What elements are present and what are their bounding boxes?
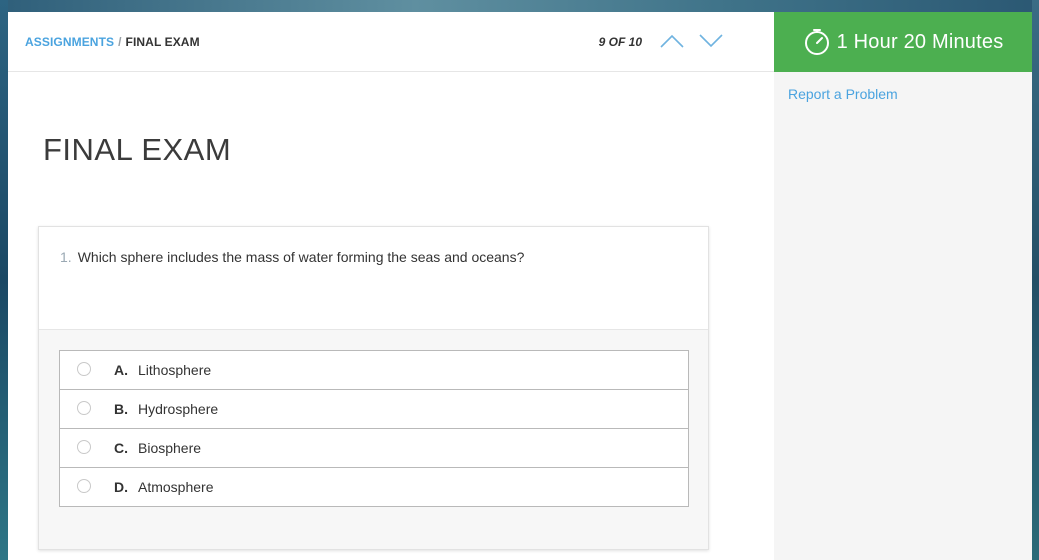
question-number: 1. bbox=[60, 249, 72, 265]
stopwatch-icon bbox=[804, 29, 829, 55]
radio-button[interactable] bbox=[77, 362, 91, 376]
option-letter: D. bbox=[114, 479, 128, 495]
next-question-button[interactable] bbox=[698, 30, 724, 52]
previous-question-button[interactable] bbox=[659, 30, 685, 52]
option-letter: B. bbox=[114, 401, 128, 417]
breadcrumb-current: FINAL EXAM bbox=[125, 35, 200, 49]
breadcrumb-assignments-link[interactable]: ASSIGNMENTS bbox=[25, 35, 114, 49]
answer-option-c[interactable]: C. Biosphere bbox=[60, 429, 688, 468]
timer-text: 1 Hour 20 Minutes bbox=[836, 30, 1004, 53]
radio-button[interactable] bbox=[77, 479, 91, 493]
exam-timer: 1 Hour 20 Minutes bbox=[774, 12, 1032, 72]
option-letter: C. bbox=[114, 440, 128, 456]
question-prompt: 1. Which sphere includes the mass of wate… bbox=[60, 249, 524, 265]
top-bar: ASSIGNMENTS / FINAL EXAM 9 OF 10 bbox=[8, 12, 774, 72]
main-panel: ASSIGNMENTS / FINAL EXAM 9 OF 10 FINAL EXA… bbox=[8, 12, 774, 560]
background-right bbox=[1032, 0, 1039, 560]
report-problem-link[interactable]: Report a Problem bbox=[788, 86, 898, 102]
background-left bbox=[0, 0, 8, 560]
answer-option-d[interactable]: D. Atmosphere bbox=[60, 468, 688, 506]
option-label: Atmosphere bbox=[138, 479, 214, 495]
question-text: Which sphere includes the mass of water … bbox=[77, 249, 525, 265]
page-title: FINAL EXAM bbox=[43, 132, 232, 167]
question-progress: 9 OF 10 bbox=[598, 35, 642, 49]
option-label: Hydrosphere bbox=[138, 401, 219, 417]
sidebar: 1 Hour 20 Minutes Report a Problem bbox=[774, 12, 1032, 560]
radio-button[interactable] bbox=[77, 401, 91, 415]
question-card: 1. Which sphere includes the mass of wate… bbox=[38, 226, 709, 550]
answer-options: A. Lithosphere B. Hydrosphere C. Biosphe… bbox=[59, 350, 689, 507]
radio-button[interactable] bbox=[77, 440, 91, 454]
chevron-up-icon bbox=[660, 34, 684, 48]
option-label: Biosphere bbox=[138, 440, 202, 456]
option-label: Lithosphere bbox=[138, 362, 212, 378]
chevron-down-icon bbox=[699, 34, 723, 48]
answer-option-a[interactable]: A. Lithosphere bbox=[60, 351, 688, 390]
breadcrumb-separator: / bbox=[118, 35, 122, 49]
answer-area: A. Lithosphere B. Hydrosphere C. Biosphe… bbox=[39, 330, 708, 549]
answer-option-b[interactable]: B. Hydrosphere bbox=[60, 390, 688, 429]
question-header: 1. Which sphere includes the mass of wate… bbox=[39, 227, 708, 330]
option-letter: A. bbox=[114, 362, 128, 378]
background-top bbox=[0, 0, 1039, 12]
breadcrumb: ASSIGNMENTS / FINAL EXAM bbox=[25, 35, 200, 49]
